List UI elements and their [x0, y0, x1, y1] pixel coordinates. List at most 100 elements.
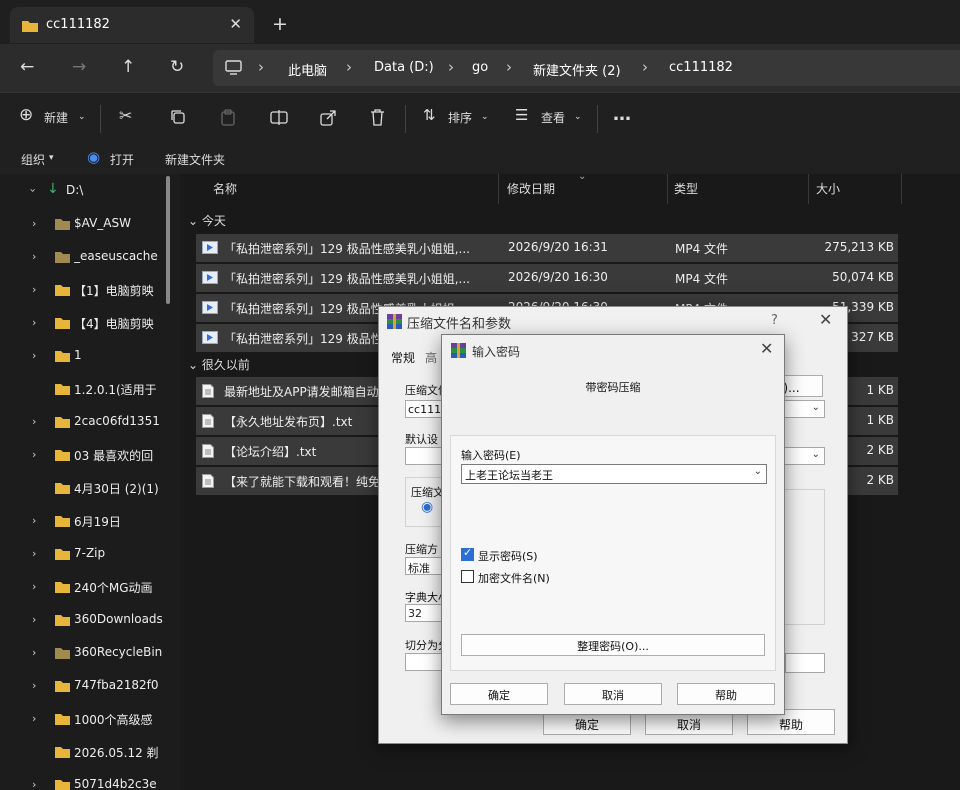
- password-input-label: 输入密码(E): [461, 449, 521, 462]
- tab-cc111182[interactable]: cc111182 ✕: [10, 7, 254, 43]
- folder-icon: [55, 747, 70, 758]
- tree-label: 4月30日 (2)(1): [74, 482, 159, 496]
- breadcrumb-this-pc[interactable]: 此电脑: [288, 60, 327, 79]
- tree-label: 6月19日: [74, 515, 121, 529]
- split-input[interactable]: [405, 653, 445, 671]
- dictionary-select[interactable]: 32: [405, 604, 445, 622]
- tab-general[interactable]: 常规: [391, 349, 415, 366]
- rename-icon[interactable]: [270, 109, 288, 126]
- group-older[interactable]: ⌄ 很久以前: [188, 356, 250, 373]
- password-field-right[interactable]: [785, 653, 825, 673]
- help-icon[interactable]: ?: [771, 313, 778, 328]
- navigation-tree: › ↓ D:\ › $AV_ASW › _easeuscache › 【1】电脑…: [0, 174, 180, 790]
- winrar-icon: [387, 314, 402, 329]
- new-folder-button[interactable]: 新建文件夹: [165, 151, 225, 168]
- folder-icon: [55, 582, 70, 593]
- tree-item[interactable]: › 【4】电脑剪映: [0, 307, 180, 340]
- view-icon[interactable]: ☰: [515, 106, 528, 124]
- tree-item[interactable]: › $AV_ASW: [0, 208, 180, 241]
- new-button[interactable]: 新建: [44, 109, 68, 126]
- refresh-icon[interactable]: ↻: [170, 57, 184, 77]
- radio-selected-icon[interactable]: ◉: [421, 499, 433, 515]
- column-header-name[interactable]: 名称: [213, 180, 237, 197]
- column-header-size[interactable]: 大小: [816, 180, 840, 197]
- tree-item[interactable]: › 2cac06fd1351: [0, 406, 180, 439]
- breadcrumb-new-folder-2[interactable]: 新建文件夹 (2): [533, 60, 621, 79]
- tree-item[interactable]: › 1: [0, 340, 180, 373]
- command-bar: ⊕ 新建 ⌄ ✂ ⇅ 排序 ⌄ ☰ 查看 ⌄ …: [0, 92, 960, 144]
- password-cancel-button[interactable]: 取消: [564, 683, 662, 705]
- folder-icon: [55, 780, 70, 790]
- sort-button[interactable]: 排序: [448, 109, 472, 126]
- tab-bar: cc111182 ✕ +: [0, 0, 960, 50]
- show-password-checkbox[interactable]: [461, 546, 474, 561]
- breadcrumb-chevron-icon: ›: [448, 58, 454, 76]
- chevron-right-icon: ›: [32, 580, 37, 593]
- back-icon[interactable]: ←: [20, 57, 34, 77]
- open-icon[interactable]: ◉: [87, 148, 100, 166]
- password-input[interactable]: 上老王论坛当老王 ⌄: [461, 464, 767, 484]
- breadcrumb-cc111182[interactable]: cc111182: [669, 60, 733, 75]
- organize-passwords-button[interactable]: 整理密码(O)...: [461, 634, 765, 656]
- tree-scrollbar[interactable]: [166, 176, 170, 304]
- column-divider: [498, 174, 499, 204]
- copy-icon[interactable]: [170, 109, 186, 125]
- tree-item[interactable]: 2026.05.12 剃: [0, 736, 180, 769]
- tree-item[interactable]: › _easeuscache: [0, 241, 180, 274]
- more-options-icon[interactable]: …: [613, 104, 631, 125]
- forward-icon[interactable]: →: [72, 57, 86, 77]
- tree-label: $AV_ASW: [74, 216, 131, 230]
- column-header-date[interactable]: 修改日期: [507, 180, 555, 197]
- navigation-bar: ← → ↑ ↻ › 此电脑 › Data (D:) › go › 新建文件夹 (…: [0, 44, 960, 92]
- tab-advanced[interactable]: 高: [425, 349, 437, 366]
- default-profile-label: 默认设: [405, 433, 438, 446]
- close-icon[interactable]: ✕: [819, 310, 832, 329]
- tree-item[interactable]: › 03 最喜欢的回: [0, 439, 180, 472]
- tree-item[interactable]: › 360Downloads: [0, 604, 180, 637]
- tree-item[interactable]: 4月30日 (2)(1): [0, 472, 180, 505]
- tree-item-d-drive[interactable]: › ↓ D:\: [0, 175, 180, 208]
- file-row[interactable]: 「私拍泄密系列」129 极品性感美乳小姐姐,... 2026/9/20 16:3…: [196, 264, 898, 292]
- method-select[interactable]: 标准: [405, 557, 445, 575]
- password-help-button[interactable]: 帮助: [677, 683, 775, 705]
- open-button[interactable]: 打开: [110, 151, 134, 168]
- tree-item[interactable]: › 5071d4b2c3e: [0, 769, 180, 790]
- folder-icon: [55, 549, 70, 560]
- group-label: 很久以前: [201, 358, 250, 372]
- view-button[interactable]: 查看: [541, 109, 565, 126]
- password-ok-button[interactable]: 确定: [450, 683, 548, 705]
- tree-item[interactable]: › 6月19日: [0, 505, 180, 538]
- file-row[interactable]: 「私拍泄密系列」129 极品性感美乳小姐姐,... 2026/9/20 16:3…: [196, 234, 898, 262]
- new-plus-icon[interactable]: ⊕: [19, 105, 33, 125]
- dialog-title: 压缩文件名和参数: [407, 317, 512, 332]
- up-icon[interactable]: ↑: [121, 57, 135, 77]
- organize-menu[interactable]: 组织: [21, 151, 45, 168]
- cut-icon[interactable]: ✂: [119, 106, 132, 125]
- breadcrumb-data-d[interactable]: Data (D:): [374, 60, 434, 75]
- text-file-icon: [202, 474, 214, 488]
- tree-item[interactable]: › 【1】电脑剪映: [0, 274, 180, 307]
- breadcrumb-go[interactable]: go: [472, 60, 488, 75]
- close-icon[interactable]: ✕: [760, 339, 773, 358]
- new-tab-icon[interactable]: +: [272, 13, 288, 35]
- paste-icon[interactable]: [220, 109, 236, 126]
- encrypt-names-checkbox[interactable]: [461, 570, 474, 583]
- tree-item[interactable]: › 240个MG动画: [0, 571, 180, 604]
- chevron-down-icon: ⌄: [574, 112, 582, 122]
- address-bar[interactable]: › 此电脑 › Data (D:) › go › 新建文件夹 (2) › cc1…: [213, 50, 960, 86]
- tree-item[interactable]: › 360RecycleBin: [0, 637, 180, 670]
- column-header-type[interactable]: 类型: [674, 180, 698, 197]
- chevron-right-icon: ›: [32, 349, 37, 362]
- chevron-down-icon[interactable]: ⌄: [754, 466, 762, 477]
- tree-label: 03 最喜欢的回: [74, 449, 154, 463]
- group-today[interactable]: ⌄ 今天: [188, 212, 226, 229]
- tree-item[interactable]: › 1000个高级感: [0, 703, 180, 736]
- method-value: 标准: [408, 562, 430, 575]
- sort-icon[interactable]: ⇅: [423, 106, 436, 124]
- close-tab-icon[interactable]: ✕: [229, 15, 242, 33]
- delete-icon[interactable]: [370, 109, 385, 126]
- tree-item[interactable]: › 7-Zip: [0, 538, 180, 571]
- tree-item[interactable]: 1.2.0.1(适用于: [0, 373, 180, 406]
- tree-item[interactable]: › 747fba2182f0: [0, 670, 180, 703]
- share-icon[interactable]: [320, 109, 337, 126]
